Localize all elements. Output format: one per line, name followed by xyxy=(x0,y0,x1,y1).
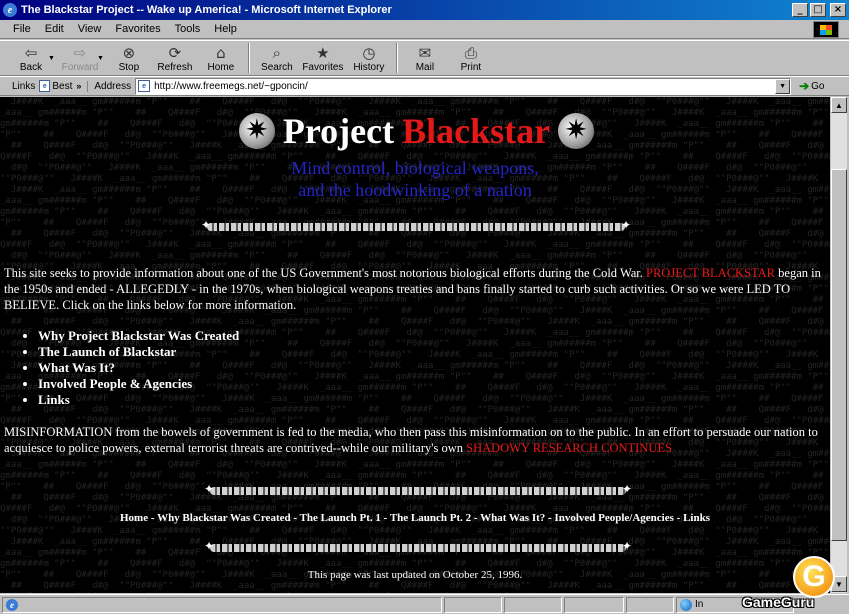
page-content: J####K _aaa__ gm######m "P"" ## Q####F d… xyxy=(0,97,830,593)
page-icon: e xyxy=(39,80,51,92)
gameguru-watermark: G GameGuru xyxy=(738,556,849,614)
site-logo: ✷ Project Blackstar ✷ xyxy=(219,109,614,153)
logo-word-blackstar: Blackstar xyxy=(402,111,551,151)
standard-toolbar: ⇦ Back ▼ ⇨ Forward ▼ ⊗ Stop ⟳ Refresh ⌂ Home … xyxy=(0,40,849,76)
ie-page-icon: e xyxy=(6,598,18,611)
status-cell xyxy=(444,596,502,613)
scroll-thumb[interactable] xyxy=(831,169,847,541)
maximize-button[interactable]: □ xyxy=(810,3,826,17)
page-icon: e xyxy=(138,80,151,92)
refresh-icon: ⟳ xyxy=(168,43,182,62)
gameguru-logo-icon: G xyxy=(793,556,835,598)
minimize-button[interactable]: _ xyxy=(792,3,808,17)
windows-logo-icon xyxy=(813,21,839,38)
close-button[interactable]: × xyxy=(830,3,846,17)
toolbar-separator xyxy=(247,43,250,73)
mail-icon: ✉ xyxy=(418,43,432,62)
ie-icon: e xyxy=(3,3,17,17)
internet-globe-icon xyxy=(680,598,692,611)
address-label: Address xyxy=(87,80,135,92)
nav-link-why-created[interactable]: Why Project Blackstar Was Created xyxy=(38,328,239,344)
menu-bar: File Edit View Favorites Tools Help xyxy=(0,20,849,39)
address-dropdown-icon[interactable]: ▼ xyxy=(775,78,791,94)
nav-link-list: Why Project Blackstar Was Created The La… xyxy=(20,328,239,408)
decorative-divider xyxy=(204,482,632,497)
favorites-icon: ★ xyxy=(316,43,330,62)
vertical-scrollbar[interactable]: ▲ ▼ xyxy=(830,97,847,593)
status-bar: e In xyxy=(0,594,849,614)
tagline: Mind control, biological weapons, and th… xyxy=(291,158,539,200)
favorites-button[interactable]: ★ Favorites xyxy=(300,41,346,75)
link-best[interactable]: e Best xyxy=(39,80,76,92)
menu-file[interactable]: File xyxy=(6,23,38,35)
toolbar-separator xyxy=(395,43,398,73)
last-updated-text: This page was last updated on October 25… xyxy=(307,569,523,581)
links-label[interactable]: Links xyxy=(0,81,39,92)
star-icon: ✷ xyxy=(238,113,275,149)
gameguru-text: GameGuru xyxy=(742,594,815,610)
menu-tools[interactable]: Tools xyxy=(168,23,208,35)
address-input[interactable]: e http://www.freemegs.net/~gponcin/ ▼ xyxy=(135,77,792,95)
nav-link-links[interactable]: Links xyxy=(38,392,239,408)
decorative-divider xyxy=(204,539,632,554)
status-cell xyxy=(626,596,674,613)
home-button[interactable]: ⌂ Home xyxy=(198,41,244,75)
forward-dropdown-icon[interactable]: ▼ xyxy=(97,55,104,62)
address-value: http://www.freemegs.net/~gponcin/ xyxy=(154,80,308,92)
logo-word-project: Project xyxy=(282,111,395,151)
intro-paragraph: This site seeks to provide information a… xyxy=(4,266,821,312)
back-dropdown-icon[interactable]: ▼ xyxy=(48,55,55,62)
history-icon: ◷ xyxy=(362,43,376,62)
go-arrow-icon: ➔ xyxy=(799,79,810,93)
menu-edit[interactable]: Edit xyxy=(38,23,71,35)
window-title: The Blackstar Project -- Wake up America… xyxy=(21,4,392,16)
links-more-chevron-icon[interactable]: » xyxy=(76,81,81,91)
decorative-divider xyxy=(201,218,631,233)
menu-view[interactable]: View xyxy=(71,23,109,35)
status-message-cell: e xyxy=(2,596,442,613)
refresh-button[interactable]: ⟳ Refresh xyxy=(152,41,198,75)
address-bar: Links e Best » Address e http://www.freem… xyxy=(0,76,849,96)
status-cell xyxy=(504,596,562,613)
nav-link-people-agencies[interactable]: Involved People & Agencies xyxy=(38,376,239,392)
status-cell xyxy=(564,596,624,613)
project-blackstar-highlight: PROJECT BLACKSTAR xyxy=(646,266,776,280)
search-icon: ⌕ xyxy=(272,43,282,62)
history-button[interactable]: ◷ History xyxy=(346,41,392,75)
scroll-up-button[interactable]: ▲ xyxy=(831,97,847,113)
go-button[interactable]: ➔ Go xyxy=(799,79,824,93)
mail-button[interactable]: ✉ Mail xyxy=(402,41,448,75)
menu-help[interactable]: Help xyxy=(207,23,244,35)
misinformation-paragraph: MISINFORMATION from the bowels of govern… xyxy=(4,425,818,455)
search-button[interactable]: ⌕ Search xyxy=(254,41,300,75)
star-icon: ✷ xyxy=(558,113,595,149)
title-bar: e The Blackstar Project -- Wake up Ameri… xyxy=(0,0,849,20)
home-icon: ⌂ xyxy=(216,43,226,62)
stop-icon: ⊗ xyxy=(122,43,136,62)
stop-button[interactable]: ⊗ Stop xyxy=(106,41,152,75)
menu-favorites[interactable]: Favorites xyxy=(108,23,167,35)
nav-link-what-was-it[interactable]: What Was It? xyxy=(38,360,239,376)
forward-arrow-icon: ⇨ xyxy=(73,43,87,62)
nav-link-launch[interactable]: The Launch of Blackstar xyxy=(38,344,239,360)
print-icon: ⎙ xyxy=(464,43,477,62)
shadowy-research-highlight: SHADOWY RESEARCH CONTINUES xyxy=(466,441,672,455)
footer-nav-links[interactable]: Home - Why Blackstar Was Created - The L… xyxy=(110,512,720,524)
print-button[interactable]: ⎙ Print xyxy=(448,41,494,75)
back-arrow-icon: ⇦ xyxy=(24,43,38,62)
